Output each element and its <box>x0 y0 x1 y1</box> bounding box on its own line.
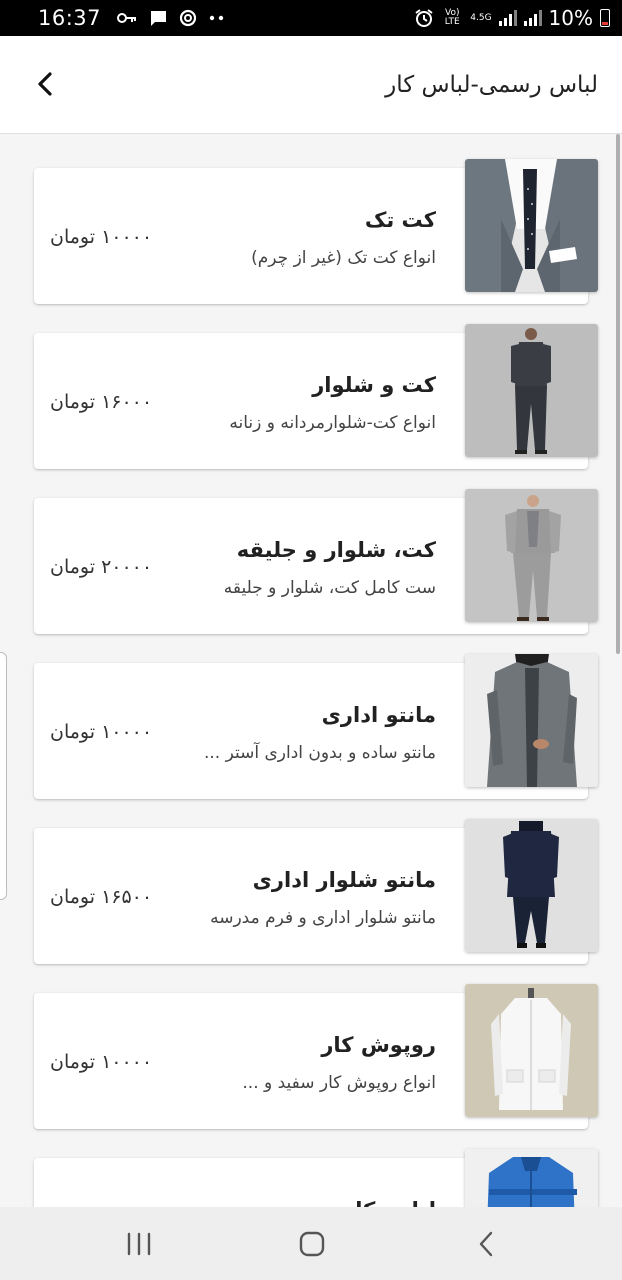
product-image[interactable] <box>465 819 598 952</box>
product-title: کت، شلوار و جلیقه <box>236 538 436 562</box>
product-price: ۱۰۰۰۰ تومان <box>50 226 153 248</box>
sync-icon <box>179 9 197 27</box>
chevron-left-icon[interactable] <box>30 68 62 100</box>
product-image[interactable] <box>465 159 598 292</box>
product-title: مانتو شلوار اداری <box>252 868 436 892</box>
product-price: ۱۰۰۰۰ تومان <box>50 1051 153 1073</box>
product-description: مانتو شلوار اداری و فرم مدرسه <box>210 908 436 928</box>
recent-apps-icon[interactable] <box>124 1229 154 1259</box>
product-price: ۱۰۰۰۰ تومان <box>50 721 153 743</box>
edge-panel-handle[interactable] <box>0 652 7 900</box>
product-title: لباس کار <box>343 1198 436 1207</box>
network-type: 4.5G <box>470 12 492 23</box>
product-price: ۱۶۵۰۰ تومان <box>50 886 153 908</box>
product-title: کت تک <box>364 208 436 232</box>
product-description: انواع کت تک (غیر از چرم) <box>251 248 436 268</box>
product-image[interactable] <box>465 489 598 622</box>
product-image[interactable] <box>465 324 598 457</box>
product-list[interactable]: کت تک انواع کت تک (غیر از چرم) ۱۰۰۰۰ توم… <box>0 134 622 1207</box>
home-icon[interactable] <box>297 1229 327 1259</box>
page-title: لباس رسمی-لباس کار <box>385 72 598 98</box>
more-dots-icon <box>209 15 224 21</box>
scrollbar[interactable] <box>616 134 620 654</box>
product-price: ۲۰۰۰۰ تومان <box>50 556 153 578</box>
chat-icon <box>150 11 167 26</box>
status-time: 16:37 <box>38 6 102 30</box>
app-bar: لباس رسمی-لباس کار <box>0 36 622 134</box>
product-image[interactable] <box>465 984 598 1117</box>
product-title: روپوش کار <box>321 1033 436 1057</box>
product-title: مانتو اداری <box>321 703 436 727</box>
navigation-bar <box>0 1207 622 1280</box>
key-icon <box>117 13 137 23</box>
product-price: ۱۶۰۰۰ تومان <box>50 391 153 413</box>
status-bar: 16:37 Vo) LTE 4.5G 10% <box>0 0 622 36</box>
product-description: ست کامل کت، شلوار و جلیقه <box>223 578 436 598</box>
product-description: انواع کت-شلوارمردانه و زنانه <box>229 413 436 433</box>
product-image[interactable] <box>465 654 598 787</box>
product-title: کت و شلوار <box>312 373 436 397</box>
product-description: مانتو ساده و بدون اداری آستر ... <box>203 743 436 763</box>
signal-icon-2 <box>523 10 542 26</box>
signal-icon <box>498 10 517 26</box>
product-description: انواع روپوش کار سفید و ... <box>242 1073 436 1093</box>
battery-icon <box>600 9 610 27</box>
back-icon[interactable] <box>472 1229 502 1259</box>
battery-percent: 10% <box>548 6 593 30</box>
alarm-icon <box>415 9 433 27</box>
product-image[interactable] <box>465 1149 598 1207</box>
volte-label: Vo) LTE <box>444 8 460 27</box>
